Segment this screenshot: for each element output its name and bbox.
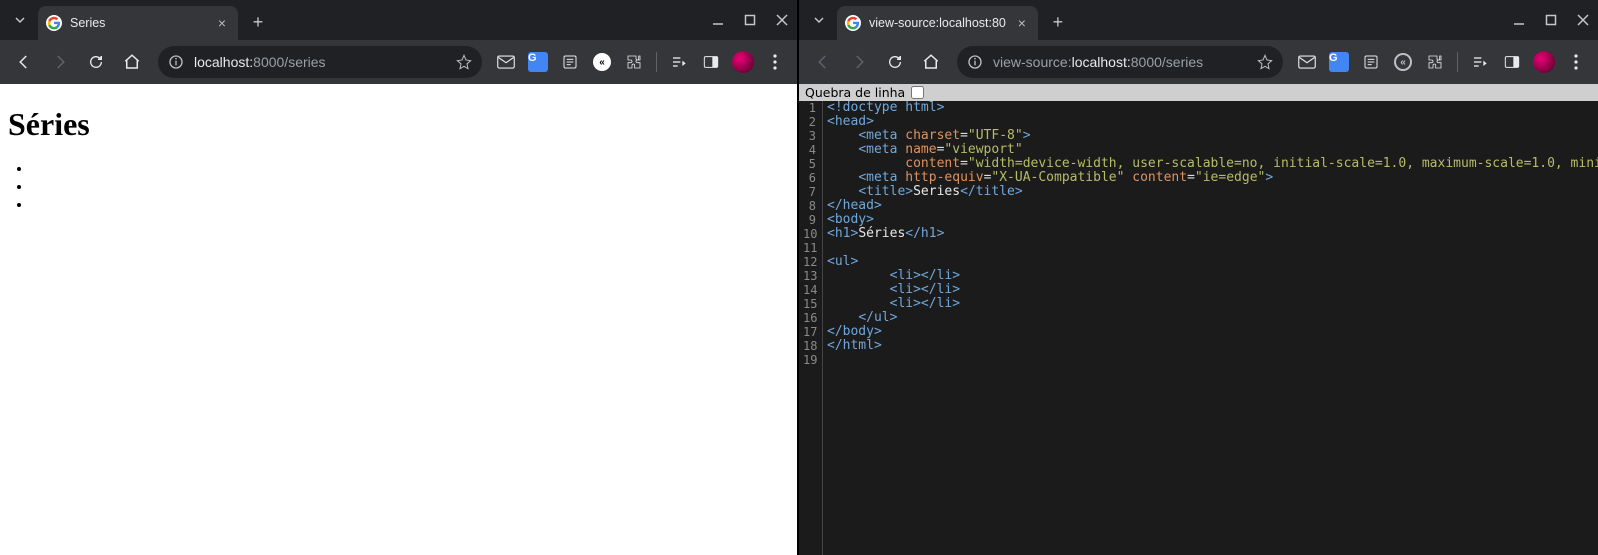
close-window-button[interactable] — [1576, 13, 1590, 27]
site-info-icon[interactable] — [168, 54, 184, 70]
close-window-button[interactable] — [775, 13, 789, 27]
reload-button[interactable] — [879, 46, 911, 78]
line-wrap-bar: Quebra de linha — [799, 84, 1598, 101]
reader-extension-icon[interactable] — [1357, 48, 1385, 76]
list-item — [32, 159, 789, 177]
mail-extension-icon[interactable] — [492, 48, 520, 76]
chrome-menu-icon[interactable] — [761, 48, 789, 76]
extensions-puzzle-icon[interactable] — [620, 48, 648, 76]
browser-window-left: Series × + localhost:8000/series G « — [0, 0, 799, 555]
window-controls — [1512, 0, 1590, 40]
tab-close-button[interactable]: × — [1014, 15, 1030, 31]
window-controls — [711, 0, 789, 40]
minimize-button[interactable] — [711, 13, 725, 27]
translate-extension-icon[interactable]: G — [1325, 48, 1353, 76]
back-button[interactable] — [807, 46, 839, 78]
side-panel-icon[interactable] — [697, 48, 725, 76]
address-bar[interactable]: view-source:localhost:8000/series — [957, 46, 1283, 78]
page-content: Séries — [0, 84, 797, 555]
line-wrap-label: Quebra de linha — [805, 85, 905, 100]
tab-search-button[interactable] — [807, 8, 831, 32]
source-code[interactable]: <!doctype html><head> <meta charset="UTF… — [823, 101, 1598, 555]
translate-extension-icon[interactable]: G — [524, 48, 552, 76]
circle-extension-icon[interactable]: « — [588, 48, 616, 76]
tab-search-button[interactable] — [8, 8, 32, 32]
side-panel-icon[interactable] — [1498, 48, 1526, 76]
toolbar-separator — [1457, 52, 1458, 72]
chrome-menu-icon[interactable] — [1562, 48, 1590, 76]
browser-tab[interactable]: view-source:localhost:80 × — [837, 6, 1038, 40]
page-heading: Séries — [8, 106, 789, 143]
toolbar-separator — [656, 52, 657, 72]
line-wrap-checkbox[interactable] — [911, 86, 924, 99]
view-source-content: Quebra de linha 123456789101112131415161… — [799, 84, 1598, 555]
bookmark-star-icon[interactable] — [456, 54, 472, 70]
back-button[interactable] — [8, 46, 40, 78]
source-code-area[interactable]: 12345678910111213141516171819 <!doctype … — [799, 101, 1598, 555]
tab-title: view-source:localhost:80 — [869, 16, 1006, 30]
google-favicon — [845, 15, 861, 31]
media-control-icon[interactable] — [665, 48, 693, 76]
media-control-icon[interactable] — [1466, 48, 1494, 76]
url-text: localhost:8000/series — [194, 54, 446, 70]
toolbar: localhost:8000/series G « — [0, 40, 797, 84]
maximize-button[interactable] — [1544, 13, 1558, 27]
bookmark-star-icon[interactable] — [1257, 54, 1273, 70]
profile-avatar[interactable] — [1530, 48, 1558, 76]
maximize-button[interactable] — [743, 13, 757, 27]
tab-close-button[interactable]: × — [214, 15, 230, 31]
home-button[interactable] — [116, 46, 148, 78]
url-text: view-source:localhost:8000/series — [993, 54, 1247, 70]
toolbar-extensions: G « — [492, 48, 789, 76]
toolbar-extensions: G « — [1293, 48, 1590, 76]
toolbar: view-source:localhost:8000/series G « — [799, 40, 1598, 84]
reader-extension-icon[interactable] — [556, 48, 584, 76]
profile-avatar[interactable] — [729, 48, 757, 76]
browser-tab[interactable]: Series × — [38, 6, 238, 40]
forward-button[interactable] — [44, 46, 76, 78]
circle-extension-icon[interactable]: « — [1389, 48, 1417, 76]
browser-window-right: view-source:localhost:80 × + view-source… — [799, 0, 1598, 555]
address-bar[interactable]: localhost:8000/series — [158, 46, 482, 78]
line-number-gutter: 12345678910111213141516171819 — [799, 101, 823, 555]
minimize-button[interactable] — [1512, 13, 1526, 27]
tab-title: Series — [70, 16, 206, 30]
forward-button[interactable] — [843, 46, 875, 78]
list-item — [32, 177, 789, 195]
series-list — [32, 159, 789, 213]
mail-extension-icon[interactable] — [1293, 48, 1321, 76]
reload-button[interactable] — [80, 46, 112, 78]
tab-strip: Series × + — [0, 0, 797, 40]
new-tab-button[interactable]: + — [244, 8, 272, 36]
tab-strip: view-source:localhost:80 × + — [799, 0, 1598, 40]
home-button[interactable] — [915, 46, 947, 78]
extensions-puzzle-icon[interactable] — [1421, 48, 1449, 76]
new-tab-button[interactable]: + — [1044, 8, 1072, 36]
list-item — [32, 195, 789, 213]
google-favicon — [46, 15, 62, 31]
site-info-icon[interactable] — [967, 54, 983, 70]
